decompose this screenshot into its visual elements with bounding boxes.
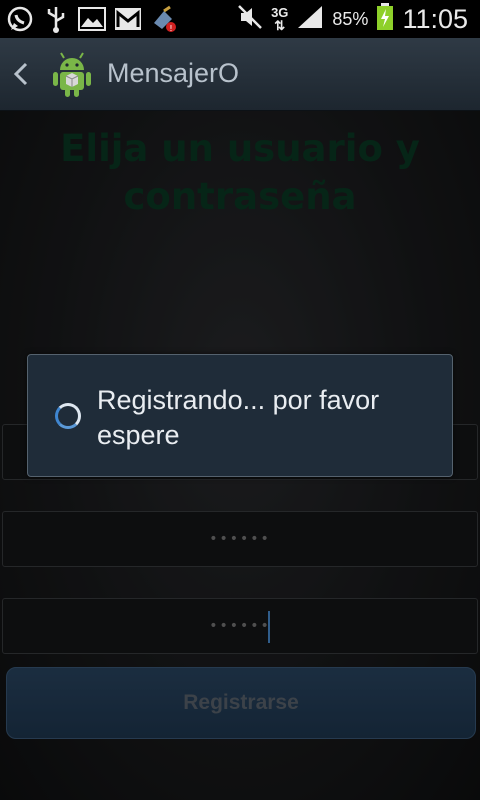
battery-percent: 85% — [332, 8, 369, 29]
system-icons: 3G ⇅ 85% 11:05 — [237, 0, 468, 38]
mute-icon — [237, 4, 263, 34]
usb-icon — [42, 5, 70, 33]
dialog-message: Registrando... por favor espere — [97, 385, 380, 450]
notification-icons: ! — [6, 5, 178, 33]
gallery-icon — [78, 5, 106, 33]
loading-spinner-icon — [55, 403, 81, 429]
clock: 11:05 — [402, 3, 468, 34]
android-icon[interactable] — [48, 50, 96, 98]
chevron-left-icon[interactable] — [10, 60, 34, 88]
whatsapp-icon — [6, 5, 34, 33]
action-bar: MensajerO — [0, 38, 480, 111]
cleaner-icon: ! — [150, 5, 178, 33]
status-bar: ! 3G ⇅ 85% 11:05 — [0, 0, 480, 38]
gmail-icon — [114, 5, 142, 33]
svg-text:!: ! — [169, 24, 172, 33]
progress-dialog: Registrando... por favor espere — [27, 354, 453, 477]
app-title: MensajerO — [107, 58, 240, 88]
battery-charging-icon — [376, 3, 394, 35]
signal-icon — [296, 4, 324, 34]
network-3g-icon: 3G ⇅ — [271, 5, 289, 33]
